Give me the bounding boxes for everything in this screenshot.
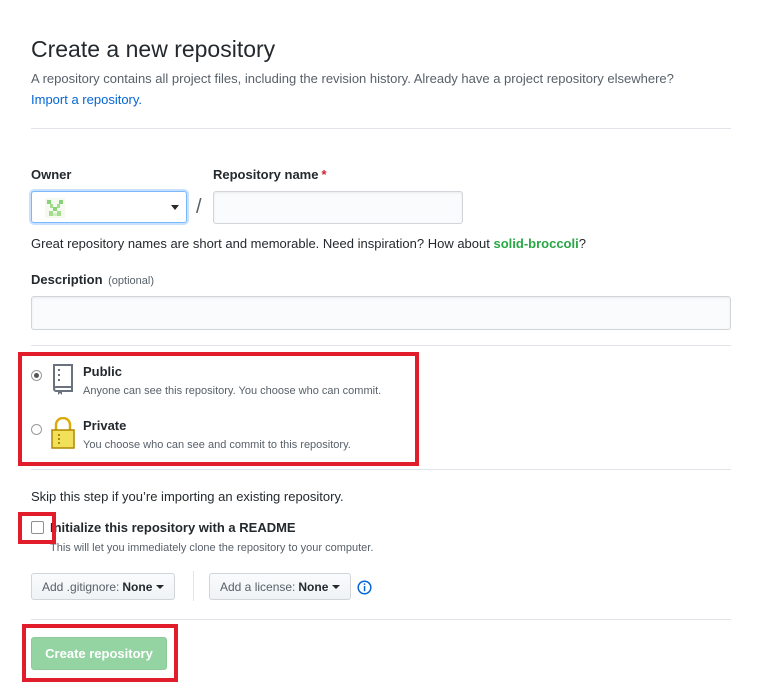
- description-divider: [31, 345, 731, 346]
- description-label-text: Description: [31, 272, 103, 287]
- skip-step-text: Skip this step if you’re importing an ex…: [31, 489, 344, 504]
- repo-name-label: Repository name *: [213, 167, 327, 182]
- page-subtitle: A repository contains all project files,…: [31, 71, 674, 86]
- owner-repo-separator: /: [196, 196, 202, 218]
- gitignore-prefix: Add .gitignore:: [42, 579, 120, 594]
- owner-label: Owner: [31, 167, 72, 182]
- repo-name-label-text: Repository name: [213, 167, 319, 182]
- public-radio[interactable]: [31, 370, 42, 381]
- init-readme-desc: This will let you immediately clone the …: [50, 542, 374, 554]
- import-repository-link[interactable]: Import a repository.: [31, 92, 142, 107]
- info-icon[interactable]: [357, 580, 372, 595]
- license-value: None: [298, 579, 329, 594]
- page-title: Create a new repository: [31, 36, 276, 62]
- hint-end: ?: [578, 236, 586, 251]
- chevron-down-icon: [332, 584, 341, 589]
- optional-note: (optional): [108, 275, 154, 287]
- lock-icon: [51, 417, 75, 449]
- repo-book-icon: [53, 364, 73, 395]
- license-select[interactable]: Add a license: None: [209, 573, 352, 600]
- init-readme-label[interactable]: Initialize this repository with a README: [50, 520, 296, 535]
- public-title: Public: [83, 364, 123, 379]
- private-title: Private: [83, 418, 127, 433]
- visibility-divider: [31, 469, 731, 470]
- chevron-down-icon: [171, 205, 179, 210]
- public-desc: Anyone can see this repository. You choo…: [83, 385, 382, 397]
- chevron-down-icon: [156, 584, 165, 589]
- hint-text: Great repository names are short and mem…: [31, 236, 490, 251]
- init-readme-checkbox[interactable]: [31, 521, 44, 534]
- description-input[interactable]: [31, 296, 731, 330]
- gitignore-value: None: [122, 579, 153, 594]
- description-label: Description (optional): [31, 272, 154, 287]
- private-desc: You choose who can see and commit to thi…: [83, 439, 351, 451]
- repo-name-hint: Great repository names are short and mem…: [31, 236, 586, 251]
- required-mark: *: [321, 167, 327, 182]
- name-suggestion[interactable]: solid-broccoli: [493, 236, 578, 251]
- owner-select[interactable]: [31, 191, 187, 223]
- gitignore-select[interactable]: Add .gitignore: None: [31, 573, 176, 600]
- footer-divider: [31, 619, 731, 620]
- owner-avatar: [45, 198, 65, 218]
- repo-name-input[interactable]: [213, 191, 463, 224]
- license-prefix: Add a license:: [220, 579, 296, 594]
- private-radio[interactable]: [31, 424, 42, 435]
- create-repository-button[interactable]: Create repository: [31, 637, 167, 670]
- selects-separator: [193, 571, 194, 601]
- header-divider: [31, 128, 731, 129]
